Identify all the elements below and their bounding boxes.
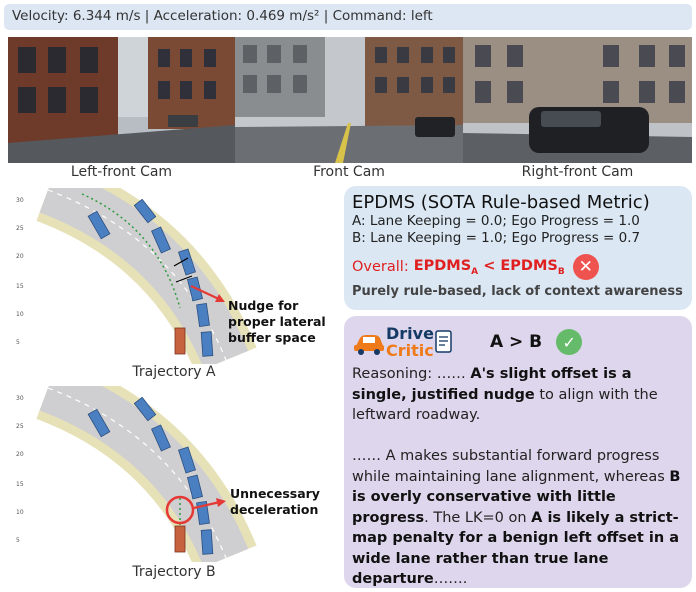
acceleration-text: Acceleration: 0.469 m/s² [153,8,320,24]
trajectory-b-label: Trajectory B [132,564,216,580]
y-tick-10: 10 [16,509,24,516]
drivecritic-panel: Drive Critic A > B ✓ Reasoning: …… A's s… [344,316,692,588]
y-tick-20: 20 [16,451,24,458]
cross-icon: ✕ [572,254,599,280]
epdms-score-b: B: Lane Keeping = 1.0; Ego Progress = 0.… [352,230,641,246]
y-tick-25: 25 [16,225,24,232]
epdms-title: EPDMS (SOTA Rule-based Metric) [352,192,650,213]
trajectory-a-annotation: Nudge for proper lateral buffer space [228,298,326,345]
y-tick-15: 15 [16,283,24,290]
reasoning-segment: ……. [433,571,468,587]
reasoning-segment: …… A makes substantial forward progress … [352,448,670,485]
y-tick-15: 15 [16,481,24,488]
y-tick-20: 20 [16,253,24,260]
y-tick-30: 30 [16,197,24,204]
trajectory-b-svg: 30 25 20 15 10 5 [16,357,257,571]
y-tick-5: 5 [16,339,20,346]
trajectory-b-annotation: Unnecessary deceleration [230,486,320,517]
command-text: Command: left [332,8,433,24]
left-front-camera-image [8,37,235,163]
right-front-cam-label: Right-front Cam [521,164,634,180]
reasoning-segment: . The LK=0 on [424,509,532,526]
trajectory-b-plot: 30 25 20 15 10 5 Unnecessary deceleratio… [8,357,340,571]
y-tick-30: 30 [16,395,24,402]
clipboard-icon [435,330,452,353]
car-logo-icon [354,335,384,355]
y-tick-10: 10 [16,311,24,318]
left-front-cam-label: Left-front Cam [70,164,173,180]
reasoning-text: Reasoning: …… A's slight offset is a sin… [352,364,684,590]
epdms-note: Purely rule-based, lack of context aware… [352,284,683,299]
check-icon: ✓ [556,329,583,355]
right-front-camera-image [463,37,692,163]
y-tick-25: 25 [16,423,24,430]
reasoning-segment: Reasoning: …… [352,366,471,382]
trajectory-a-plot: 30 25 20 15 10 5 Nudge for proper latera… [8,159,340,373]
drivecritic-logo-text: Drive Critic [386,324,434,360]
critic-header: Drive Critic A > B ✓ [352,322,684,362]
epdms-score-a: A: Lane Keeping = 0.0; Ego Progress = 1.… [352,213,640,229]
front-cam-label: Front Cam [313,164,385,180]
verdict-text: A > B [489,332,543,352]
status-bar: Velocity: 6.344 m/s | Acceleration: 0.46… [4,4,692,30]
front-camera-image [235,37,463,163]
y-tick-5: 5 [16,537,20,544]
velocity-text: Velocity: 6.344 m/s [12,8,141,24]
overall-label: Overall: [352,259,409,275]
epdms-panel: EPDMS (SOTA Rule-based Metric) A: Lane K… [344,186,692,310]
epdms-overall-row: Overall: EPDMSA < EPDMSB ✕ [352,254,684,280]
trajectory-a-label: Trajectory A [132,364,216,380]
overall-comparison: EPDMSA < EPDMSB [413,257,565,277]
